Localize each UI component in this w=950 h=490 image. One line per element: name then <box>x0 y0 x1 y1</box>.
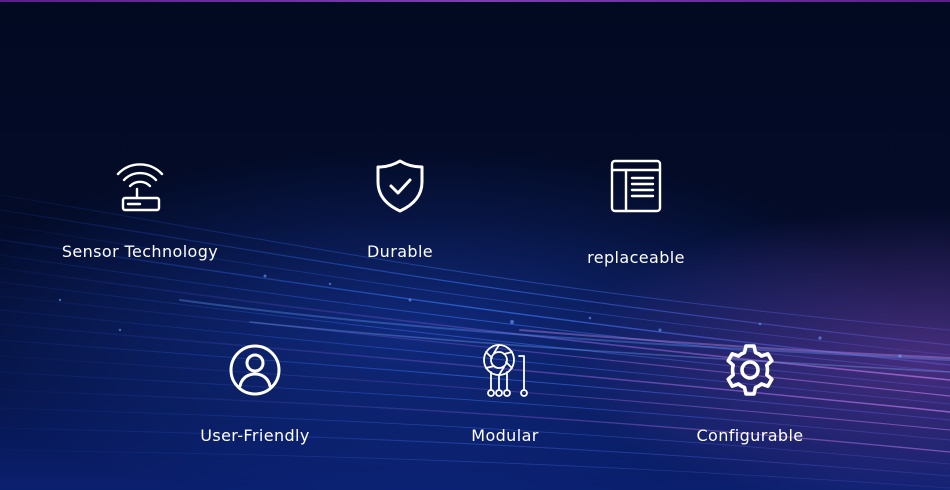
shield-check-icon <box>376 159 424 213</box>
feature-configurable: Configurable <box>650 342 850 446</box>
feature-label: Configurable <box>696 426 804 445</box>
feature-label: User-Friendly <box>200 426 310 445</box>
circuit-module-icon <box>483 344 528 397</box>
gear-icon <box>726 344 774 396</box>
feature-label: Durable <box>366 242 434 261</box>
user-circle-icon <box>229 344 281 396</box>
feature-durable: Durable <box>300 158 500 262</box>
feature-user-friendly: User-Friendly <box>155 342 355 446</box>
hero-banner: Sensor Technology Durable replaceable Us… <box>0 0 950 490</box>
layout-panel-icon <box>610 159 662 213</box>
feature-modular: Modular <box>405 342 605 446</box>
feature-label: Modular <box>471 426 539 445</box>
wifi-router-icon <box>116 163 164 212</box>
feature-label: Sensor Technology <box>61 242 219 261</box>
feature-sensor-technology: Sensor Technology <box>40 158 240 262</box>
feature-label: replaceable <box>587 248 685 267</box>
feature-replaceable: replaceable <box>536 158 736 268</box>
